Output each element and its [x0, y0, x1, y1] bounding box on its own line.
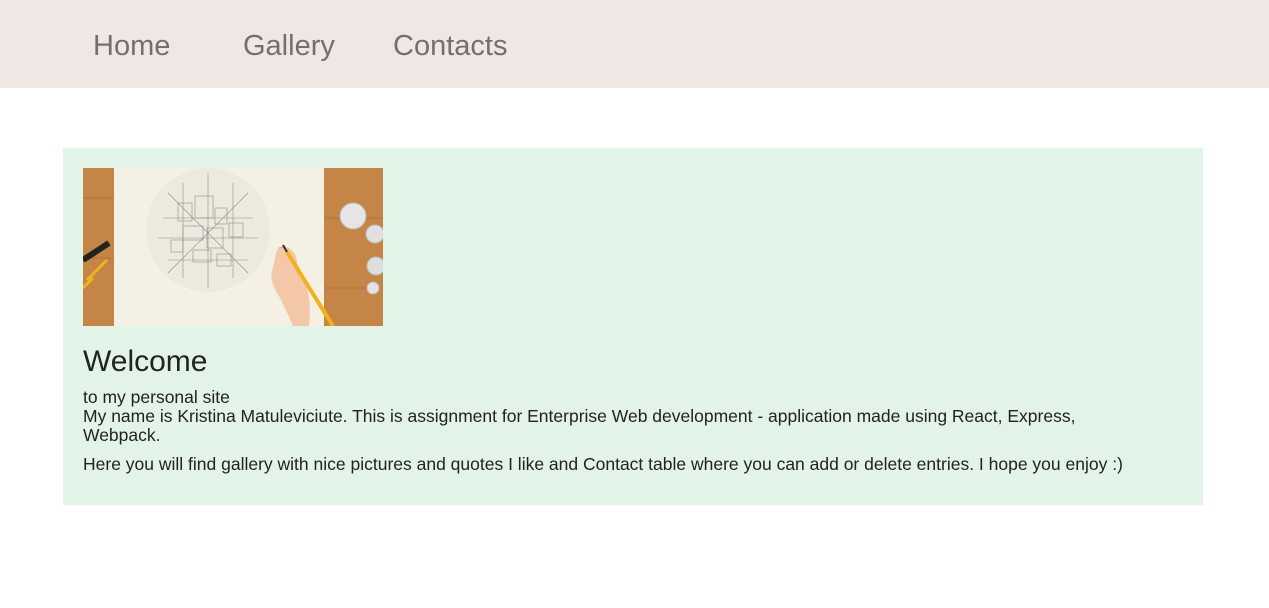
- drawing-hand-pencil-image: [83, 168, 383, 326]
- intro-text-block: to my personal site My name is Kristina …: [83, 388, 1143, 474]
- nav-link-home[interactable]: Home: [93, 29, 170, 63]
- hero-image: [83, 168, 383, 326]
- welcome-panel: Welcome to my personal site My name is K…: [63, 148, 1203, 505]
- intro-paragraph: My name is Kristina Matuleviciute. This …: [83, 406, 1076, 445]
- welcome-heading: Welcome: [83, 345, 208, 378]
- nav-link-contacts[interactable]: Contacts: [393, 29, 507, 63]
- nav-link-gallery[interactable]: Gallery: [243, 29, 335, 63]
- subheading-text: to my personal site: [83, 387, 230, 407]
- top-navbar: Home Gallery Contacts: [0, 0, 1269, 88]
- description-paragraph: Here you will find gallery with nice pic…: [83, 454, 1123, 474]
